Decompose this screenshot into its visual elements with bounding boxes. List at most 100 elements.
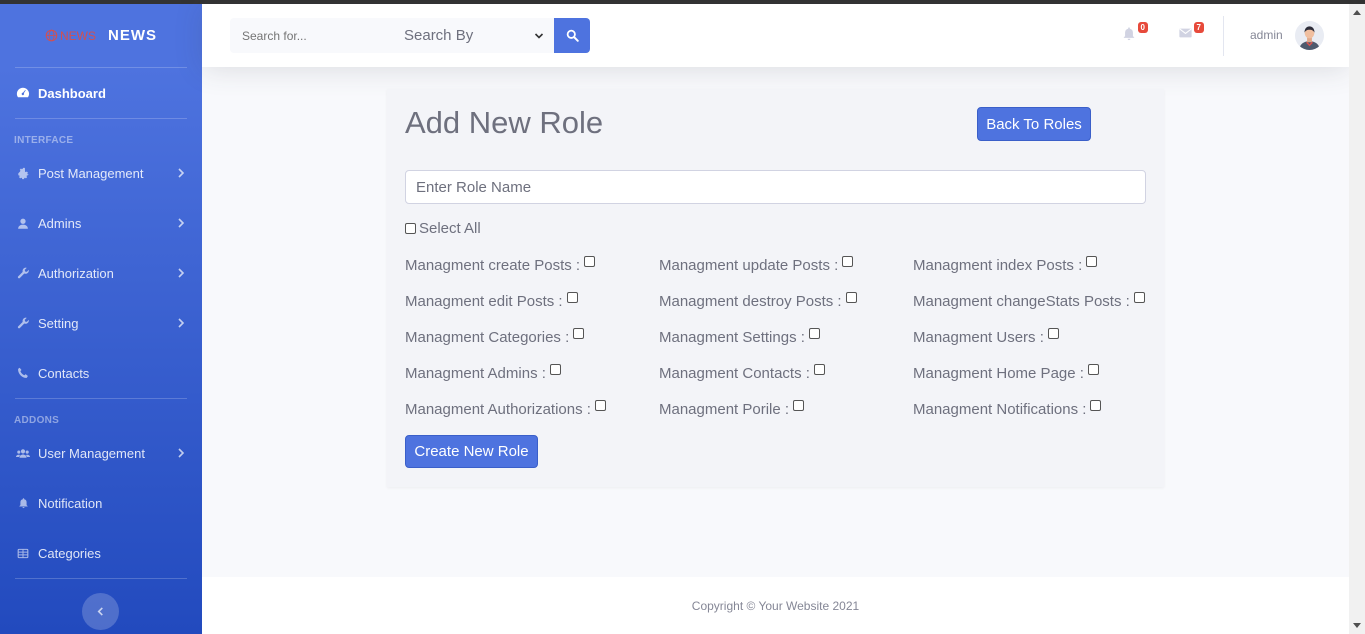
search-input[interactable] [230, 18, 394, 53]
permission-checkbox[interactable] [1133, 292, 1145, 303]
add-role-card: Add New Role Back To Roles Select All Ma… [387, 89, 1164, 487]
permission-label: Managment Settings : [659, 329, 805, 346]
sidebar-item-dashboard[interactable]: Dashboard [0, 68, 202, 118]
permission-checkbox[interactable] [1086, 256, 1098, 267]
permission-label: Managment edit Posts : [405, 293, 563, 310]
permission-checkbox[interactable] [573, 328, 585, 339]
search-by-select[interactable]: Search By [394, 18, 554, 53]
scroll-up-arrow-icon[interactable] [1353, 10, 1361, 15]
permission-label: Managment destroy Posts : [659, 293, 842, 310]
sidebar-item-post-management[interactable]: Post Management [0, 148, 202, 198]
bell-icon [16, 496, 30, 510]
brand-logo: NEWS [45, 29, 96, 43]
permission-item[interactable]: Managment Notifications : [913, 400, 1102, 418]
permission-item[interactable]: Managment Admins : [405, 364, 561, 382]
chevron-right-icon [178, 168, 185, 178]
copyright-text: Copyright © Your Website 2021 [691, 598, 860, 613]
vertical-scrollbar[interactable] [1349, 4, 1365, 634]
sidebar-item-contacts[interactable]: Contacts [0, 348, 202, 398]
permission-item[interactable]: Managment changeStats Posts : [913, 292, 1145, 310]
sidebar-heading-interface: INTERFACE [14, 135, 74, 146]
permission-item[interactable]: Managment Contacts : [659, 364, 825, 382]
permission-checkbox[interactable] [1047, 328, 1059, 339]
permission-label: Managment Authorizations : [405, 401, 591, 418]
sidebar-item-label: Setting [38, 315, 79, 331]
permission-checkbox[interactable] [594, 400, 606, 411]
permission-item[interactable]: Managment destroy Posts : [659, 292, 857, 310]
gear-icon [16, 166, 30, 180]
back-to-roles-button[interactable]: Back To Roles [977, 107, 1091, 141]
permission-checkbox[interactable] [845, 292, 857, 303]
chevron-right-icon [178, 448, 185, 458]
sidebar-brand[interactable]: NEWS NEWS [0, 4, 202, 67]
search-button[interactable] [554, 18, 590, 53]
permission-label: Managment changeStats Posts : [913, 293, 1130, 310]
permission-label: Managment Users : [913, 329, 1044, 346]
permission-checkbox[interactable] [549, 364, 561, 375]
messages-dropdown[interactable]: 7 [1178, 22, 1204, 42]
sidebar-heading-addons: ADDONS [14, 415, 60, 426]
alerts-dropdown[interactable]: 0 [1122, 22, 1148, 42]
user-name[interactable]: admin [1250, 28, 1283, 42]
permission-item[interactable]: Managment Authorizations : [405, 400, 606, 418]
avatar[interactable] [1295, 21, 1324, 50]
sidebar-item-label: Contacts [38, 365, 90, 381]
permission-item[interactable]: Managment Users : [913, 328, 1059, 346]
permission-checkbox[interactable] [1087, 364, 1099, 375]
users-icon [16, 446, 30, 460]
permission-checkbox[interactable] [566, 292, 578, 303]
sidebar-item-setting[interactable]: Setting [0, 298, 202, 348]
sidebar-item-categories[interactable]: Categories [0, 528, 202, 578]
sidebar-item-label: Authorization [38, 265, 114, 281]
permission-checkbox[interactable] [813, 364, 825, 375]
select-all-checkbox[interactable] [405, 223, 416, 234]
sidebar-item-notification[interactable]: Notification [0, 478, 202, 528]
permission-checkbox[interactable] [584, 256, 596, 267]
chevron-right-icon [178, 218, 185, 228]
chevron-down-icon [534, 32, 544, 39]
sidebar-item-label: User Management [38, 445, 145, 461]
sidebar-item-label: Categories [38, 545, 101, 561]
scroll-down-arrow-icon[interactable] [1353, 623, 1361, 628]
permission-checkbox[interactable] [842, 256, 854, 267]
create-new-role-button[interactable]: Create New Role [405, 435, 538, 468]
permission-item[interactable]: Managment edit Posts : [405, 292, 578, 310]
permission-label: Managment Contacts : [659, 365, 810, 382]
table-icon [16, 546, 30, 560]
wrench-icon [16, 266, 30, 280]
select-all-option[interactable]: Select All [405, 220, 481, 237]
envelope-icon [1179, 28, 1192, 38]
topbar: Search By 0 7 admin [202, 4, 1349, 67]
permission-label: Managment Admins : [405, 365, 546, 382]
permission-item[interactable]: Managment Porile : [659, 400, 805, 418]
user-icon [16, 216, 30, 230]
permission-item[interactable]: Managment create Posts : [405, 256, 596, 274]
sidebar-item-authorization[interactable]: Authorization [0, 248, 202, 298]
permission-checkbox[interactable] [793, 400, 805, 411]
alerts-count-badge: 0 [1137, 22, 1148, 33]
brand-logo-text: NEWS [60, 28, 96, 43]
permission-item[interactable]: Managment index Posts : [913, 256, 1098, 274]
permission-checkbox[interactable] [1090, 400, 1102, 411]
permission-label: Managment Home Page : [913, 365, 1084, 382]
sidebar-item-label: Post Management [38, 165, 144, 181]
permission-label: Managment Porile : [659, 401, 790, 418]
chevron-right-icon [178, 268, 185, 278]
sidebar-toggle-button[interactable] [82, 593, 119, 630]
messages-count-badge: 7 [1193, 22, 1204, 33]
permission-item[interactable]: Managment Categories : [405, 328, 585, 346]
permission-label: Managment create Posts : [405, 257, 581, 274]
permission-item[interactable]: Managment update Posts : [659, 256, 854, 274]
phone-icon [16, 366, 30, 380]
search-bar: Search By [230, 18, 590, 53]
sidebar-item-user-management[interactable]: User Management [0, 428, 202, 478]
select-all-label: Select All [419, 220, 481, 237]
permission-item[interactable]: Managment Settings : [659, 328, 820, 346]
permission-checkbox[interactable] [808, 328, 820, 339]
bell-icon [1123, 27, 1135, 41]
role-name-input[interactable] [405, 170, 1146, 204]
sidebar: NEWS NEWS Dashboard INTERFACE Post Manag… [0, 4, 202, 634]
sidebar-item-label: Dashboard [38, 85, 106, 101]
permission-item[interactable]: Managment Home Page : [913, 364, 1099, 382]
sidebar-item-admins[interactable]: Admins [0, 198, 202, 248]
